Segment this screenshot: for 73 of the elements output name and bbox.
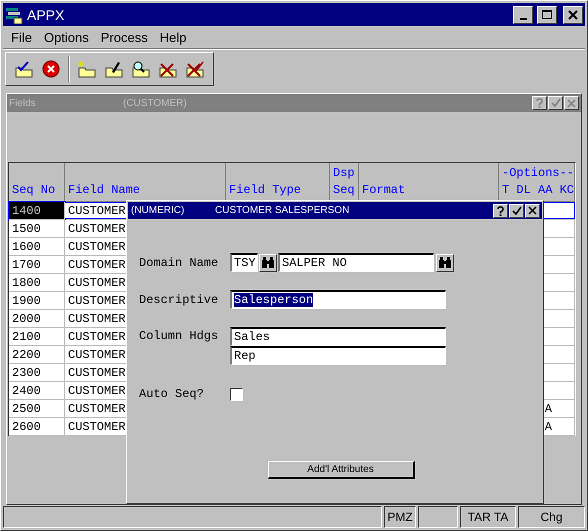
maximize-icon [541,9,553,20]
cancel-icon[interactable] [41,60,61,78]
table-cell: 2300 [9,364,65,382]
fields-subtitle: (CUSTOMER) [123,98,188,108]
minimize-icon [520,18,526,20]
header-text: Field Name [68,182,142,199]
status-panel: PMZ [384,506,416,528]
help-icon [496,206,505,216]
check-icon [512,206,522,216]
table-cell: 2200 [9,346,65,364]
folder-search-icon[interactable] [131,60,151,78]
input-field[interactable]: TSY [230,253,258,272]
close-icon [567,98,576,108]
check-icon [550,98,560,108]
dialog-type: (NUMERIC) [131,205,186,216]
lookup-button[interactable] [259,254,277,272]
folder-pencil-icon[interactable] [104,60,124,78]
lookup-button[interactable] [436,254,454,272]
header-text: Seq No [12,182,56,199]
maximize-button[interactable] [537,6,557,24]
close-icon [568,10,578,20]
window-title: APPX [27,6,66,22]
table-cell: 1700 [9,256,65,274]
status-panel: Chg [518,506,585,528]
header-text: Field Type [229,182,302,199]
binoculars-icon [262,257,274,268]
folder-cross-check-icon[interactable] [185,60,205,78]
ok-button[interactable] [548,96,563,110]
table-cell: 1900 [9,292,65,310]
close-button[interactable] [525,204,540,218]
menu-item[interactable]: File [5,30,38,44]
header-text: -Options-- [502,165,571,182]
table-cell: 1800 [9,274,65,292]
close-icon [528,206,537,215]
field-label: Auto Seq? [139,386,205,403]
table-cell: 1600 [9,238,65,256]
header-text: Seq [333,182,355,199]
binoculars-icon [439,257,451,268]
table-cell: 2400 [9,382,65,400]
input-field[interactable]: Rep [230,346,446,365]
input-field[interactable]: Salesperson [230,290,446,309]
help-icon [535,98,544,108]
minimize-button[interactable] [513,6,533,24]
checkbox[interactable] [230,388,243,400]
fields-title: Fields [9,98,37,108]
folder-check-icon[interactable] [14,60,34,78]
header-text: Dsp [333,165,355,182]
status-panel [418,506,458,528]
header-text: Format [362,182,406,199]
close-button[interactable] [563,6,583,24]
table-cell: 1500 [9,220,65,238]
ok-button[interactable] [509,204,524,218]
help-button[interactable] [493,204,508,218]
help-button[interactable] [532,96,547,110]
status-panel: TAR TA [460,506,516,528]
input-field[interactable]: Sales [230,327,446,346]
input-field[interactable]: SALPER NO [278,253,434,272]
menu-item[interactable]: Help [154,30,192,44]
header-text: T DL AA KC [502,182,571,199]
app-icon [5,6,23,24]
field-label: Descriptive [139,292,220,308]
menu-item[interactable]: Options [38,30,95,44]
folder-star-icon[interactable] [77,60,97,78]
table-cell: 2100 [9,328,65,346]
attributes-button[interactable]: Add'l Attributes [268,460,414,478]
table-cell: 2600 [9,418,65,436]
field-label: Domain Name [139,254,220,272]
close-button[interactable] [564,96,579,110]
menu-item[interactable]: Process [94,30,154,44]
field-label: Column Hdgs [139,328,220,345]
table-cell: 2500 [9,400,65,418]
table-cell: 2000 [9,310,65,328]
table-cell: 1400 [9,202,65,220]
